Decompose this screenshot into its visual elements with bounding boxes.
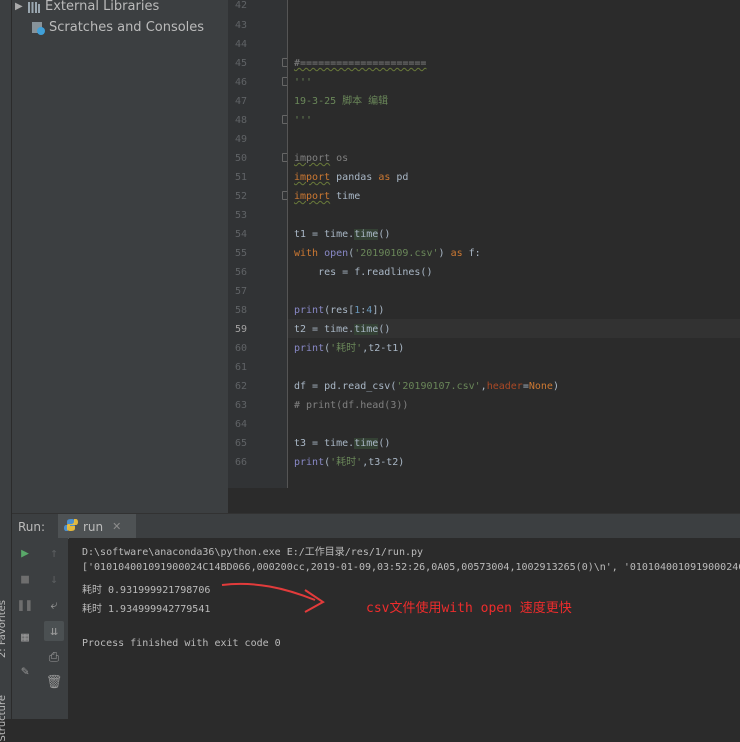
console-command-line: D:\software\anaconda36\python.exe E:/工作目… <box>82 547 424 558</box>
line-number: 56 <box>234 267 247 278</box>
line-number: 60 <box>234 343 247 354</box>
code-line-56: res = f.readlines() <box>294 267 433 278</box>
line-number: 57 <box>234 286 247 297</box>
tree-item-external-libraries[interactable]: ▶ External Libraries <box>15 0 159 17</box>
soft-wrap-icon[interactable]: ⤶ <box>44 595 64 615</box>
code-line-52: import time <box>294 191 361 202</box>
code-line-51: import pandas as pd <box>294 172 409 183</box>
line-number: 46 <box>234 77 247 88</box>
layout-icon[interactable]: ▦ <box>15 627 35 647</box>
arrow-up-icon[interactable]: ↑ <box>44 543 64 563</box>
line-number: 52 <box>234 191 247 202</box>
print-icon[interactable]: ⎙ <box>44 647 64 667</box>
pin-icon[interactable]: ✎ <box>15 661 35 681</box>
stop-icon[interactable]: ■ <box>15 569 35 589</box>
code-line-65: t3 = time.time() <box>294 438 391 449</box>
console-output-line: 耗时 1.934999942779541 <box>82 604 211 615</box>
run-panel-header: Run: run ✕ <box>12 513 740 539</box>
project-tree: ▶ External Libraries Scratches and Conso… <box>12 0 228 513</box>
code-line-62: df = pd.read_csv('20190107.csv',header=N… <box>294 381 559 392</box>
structure-tool-tab[interactable]: Structure <box>0 695 8 742</box>
line-number: 45 <box>234 58 247 69</box>
code-line-45: #===================== <box>294 58 427 69</box>
line-number: 47 <box>234 96 247 107</box>
line-number: 42 <box>234 0 247 11</box>
line-number: 43 <box>234 20 247 31</box>
annotation-text: csv文件使用with open 速度更快 <box>366 601 572 616</box>
scroll-to-end-icon[interactable]: ⇊ <box>44 621 64 641</box>
line-number: 63 <box>234 400 247 411</box>
line-number: 50 <box>234 153 247 164</box>
console-output-line: ['010104001091900024C14BD066,000200cc,20… <box>82 562 740 573</box>
code-line-58: print(res[1:4]) <box>294 305 385 316</box>
run-tab-label: run <box>83 519 104 534</box>
line-number: 62 <box>234 381 247 392</box>
console-exit-line: Process finished with exit code 0 <box>82 638 281 649</box>
close-icon[interactable]: ✕ <box>112 520 121 533</box>
line-number: 48 <box>234 115 247 126</box>
code-line-63: # print(df.head(3)) <box>294 400 409 411</box>
code-line-59: t2 = time.time() <box>294 324 391 335</box>
line-number: 55 <box>234 248 247 259</box>
line-number-gutter: 42 43 44 45 46 47 48 49 50 51 52 53 54 5… <box>228 0 291 488</box>
left-tool-strip: 2: Favorites Structure <box>0 0 12 742</box>
tree-item-scratches[interactable]: Scratches and Consoles <box>31 18 204 38</box>
line-number: 51 <box>234 172 247 183</box>
run-console[interactable]: D:\software\anaconda36\python.exe E:/工作目… <box>69 538 740 719</box>
line-number: 54 <box>234 229 247 240</box>
trash-icon[interactable]: 🗑 <box>44 672 64 692</box>
line-number: 44 <box>234 39 247 50</box>
code-line-47: 19-3-25 脚本 编辑 <box>294 96 389 107</box>
editor-scroll-area <box>228 488 740 513</box>
code-line-50: import os <box>294 153 349 164</box>
code-editor[interactable]: #===================== ''' 19-3-25 脚本 编辑… <box>287 0 740 488</box>
line-number: 58 <box>234 305 247 316</box>
rerun-icon[interactable]: ▶ <box>15 543 35 563</box>
python-icon <box>64 518 78 535</box>
tab-run[interactable]: run ✕ <box>58 514 136 539</box>
code-line-66: print('耗时',t3-t2) <box>294 457 405 468</box>
arrow-down-icon[interactable]: ↓ <box>44 569 64 589</box>
line-number: 64 <box>234 419 247 430</box>
annotation-arrow-icon <box>221 582 325 613</box>
tree-item-label: External Libraries <box>45 0 160 14</box>
library-icon <box>27 0 41 14</box>
tree-item-label: Scratches and Consoles <box>49 20 205 35</box>
scratches-icon <box>31 21 45 35</box>
code-line-46: ''' <box>294 77 313 88</box>
code-line-60: print('耗时',t2-t1) <box>294 343 405 354</box>
line-number: 53 <box>234 210 247 221</box>
line-number: 66 <box>234 457 247 468</box>
pause-icon[interactable]: ❚❚ <box>15 595 35 615</box>
line-number: 61 <box>234 362 247 373</box>
line-number: 49 <box>234 134 247 145</box>
line-number: 65 <box>234 438 247 449</box>
console-output-line: 耗时 0.931999921798706 <box>82 585 211 596</box>
run-toolbar: ▶ ↑ ■ ↓ ❚❚ ⤶ ▦ ⇊ ⎙ ✎ 🗑 <box>12 538 68 719</box>
code-line-54: t1 = time.time() <box>294 229 391 240</box>
favorites-tool-tab[interactable]: 2: Favorites <box>0 600 8 658</box>
line-number-current: 59 <box>234 324 247 335</box>
run-panel-label: Run: <box>18 520 46 534</box>
expand-arrow-icon[interactable]: ▶ <box>15 0 27 17</box>
code-line-55: with open('20190109.csv') as f: <box>294 248 481 259</box>
code-line-48: ''' <box>294 115 313 126</box>
